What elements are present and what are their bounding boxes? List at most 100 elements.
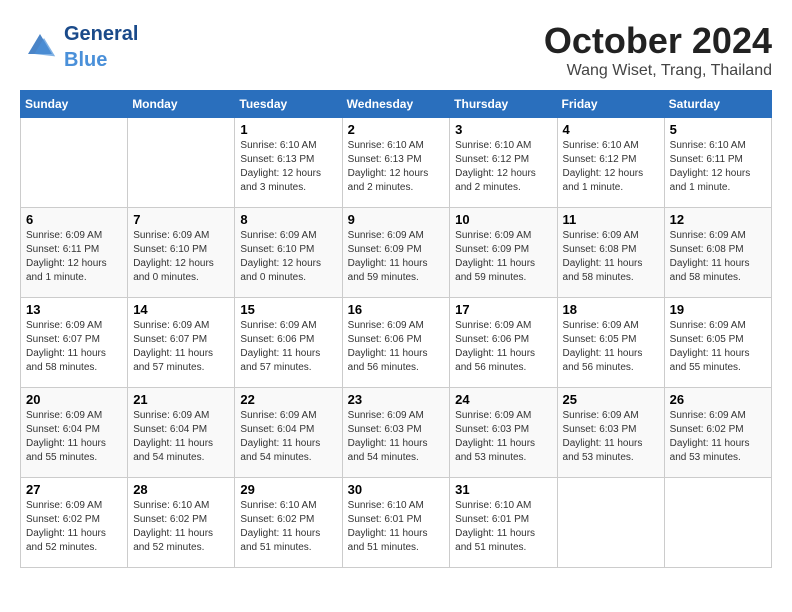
- calendar-cell: 4 Sunrise: 6:10 AM Sunset: 6:12 PM Daylig…: [557, 118, 664, 208]
- day-number: 30: [348, 482, 445, 497]
- day-info: Sunrise: 6:10 AM Sunset: 6:11 PM Dayligh…: [670, 139, 766, 195]
- day-number: 16: [348, 302, 445, 317]
- header-day-sunday: Sunday: [21, 91, 128, 118]
- day-info: Sunrise: 6:09 AM Sunset: 6:02 PM Dayligh…: [26, 499, 122, 555]
- day-number: 15: [240, 302, 336, 317]
- day-number: 13: [26, 302, 122, 317]
- calendar-cell: 17 Sunrise: 6:09 AM Sunset: 6:06 PM Dayli…: [450, 298, 557, 388]
- calendar-cell: 7 Sunrise: 6:09 AM Sunset: 6:10 PM Daylig…: [128, 208, 235, 298]
- calendar-cell: 16 Sunrise: 6:09 AM Sunset: 6:06 PM Dayli…: [342, 298, 450, 388]
- day-number: 1: [240, 122, 336, 137]
- calendar-cell: [21, 118, 128, 208]
- calendar-cell: 1 Sunrise: 6:10 AM Sunset: 6:13 PM Daylig…: [235, 118, 342, 208]
- calendar-cell: 11 Sunrise: 6:09 AM Sunset: 6:08 PM Dayli…: [557, 208, 664, 298]
- day-info: Sunrise: 6:09 AM Sunset: 6:03 PM Dayligh…: [455, 409, 551, 465]
- logo: General Blue: [20, 20, 138, 72]
- logo-general: General: [64, 23, 138, 45]
- calendar-cell: [128, 118, 235, 208]
- day-number: 8: [240, 212, 336, 227]
- week-row-5: 27 Sunrise: 6:09 AM Sunset: 6:02 PM Dayli…: [21, 478, 772, 568]
- calendar-cell: [557, 478, 664, 568]
- calendar-cell: 13 Sunrise: 6:09 AM Sunset: 6:07 PM Dayli…: [21, 298, 128, 388]
- day-number: 11: [563, 212, 659, 227]
- day-info: Sunrise: 6:10 AM Sunset: 6:02 PM Dayligh…: [133, 499, 229, 555]
- page-header: General Blue October 2024 Wang Wiset, Tr…: [20, 20, 772, 80]
- calendar-cell: 22 Sunrise: 6:09 AM Sunset: 6:04 PM Dayli…: [235, 388, 342, 478]
- day-number: 7: [133, 212, 229, 227]
- day-info: Sunrise: 6:09 AM Sunset: 6:04 PM Dayligh…: [26, 409, 122, 465]
- header-row: SundayMondayTuesdayWednesdayThursdayFrid…: [21, 91, 772, 118]
- day-number: 3: [455, 122, 551, 137]
- day-info: Sunrise: 6:09 AM Sunset: 6:11 PM Dayligh…: [26, 229, 122, 285]
- day-info: Sunrise: 6:09 AM Sunset: 6:07 PM Dayligh…: [26, 319, 122, 375]
- day-number: 23: [348, 392, 445, 407]
- week-row-1: 1 Sunrise: 6:10 AM Sunset: 6:13 PM Daylig…: [21, 118, 772, 208]
- day-info: Sunrise: 6:10 AM Sunset: 6:12 PM Dayligh…: [563, 139, 659, 195]
- day-info: Sunrise: 6:10 AM Sunset: 6:01 PM Dayligh…: [455, 499, 551, 555]
- calendar-cell: 6Sunrise: 6:09 AM Sunset: 6:11 PM Daylig…: [21, 208, 128, 298]
- day-info: Sunrise: 6:09 AM Sunset: 6:03 PM Dayligh…: [348, 409, 445, 465]
- week-row-2: 6Sunrise: 6:09 AM Sunset: 6:11 PM Daylig…: [21, 208, 772, 298]
- calendar-cell: 15 Sunrise: 6:09 AM Sunset: 6:06 PM Dayli…: [235, 298, 342, 388]
- calendar-cell: 28 Sunrise: 6:10 AM Sunset: 6:02 PM Dayli…: [128, 478, 235, 568]
- day-info: Sunrise: 6:10 AM Sunset: 6:12 PM Dayligh…: [455, 139, 551, 195]
- day-number: 27: [26, 482, 122, 497]
- day-number: 31: [455, 482, 551, 497]
- calendar-cell: 14 Sunrise: 6:09 AM Sunset: 6:07 PM Dayli…: [128, 298, 235, 388]
- day-number: 28: [133, 482, 229, 497]
- day-number: 2: [348, 122, 445, 137]
- week-row-4: 20Sunrise: 6:09 AM Sunset: 6:04 PM Dayli…: [21, 388, 772, 478]
- day-number: 21: [133, 392, 229, 407]
- calendar-cell: 9Sunrise: 6:09 AM Sunset: 6:09 PM Daylig…: [342, 208, 450, 298]
- day-number: 17: [455, 302, 551, 317]
- day-number: 14: [133, 302, 229, 317]
- day-number: 10: [455, 212, 551, 227]
- calendar-cell: 29 Sunrise: 6:10 AM Sunset: 6:02 PM Dayli…: [235, 478, 342, 568]
- calendar-cell: 5 Sunrise: 6:10 AM Sunset: 6:11 PM Daylig…: [664, 118, 771, 208]
- day-number: 4: [563, 122, 659, 137]
- day-info: Sunrise: 6:09 AM Sunset: 6:05 PM Dayligh…: [563, 319, 659, 375]
- day-info: Sunrise: 6:09 AM Sunset: 6:06 PM Dayligh…: [348, 319, 445, 375]
- day-number: 22: [240, 392, 336, 407]
- calendar-cell: 30Sunrise: 6:10 AM Sunset: 6:01 PM Dayli…: [342, 478, 450, 568]
- calendar-cell: 19Sunrise: 6:09 AM Sunset: 6:05 PM Dayli…: [664, 298, 771, 388]
- calendar-cell: [664, 478, 771, 568]
- calendar-cell: 10 Sunrise: 6:09 AM Sunset: 6:09 PM Dayli…: [450, 208, 557, 298]
- day-number: 5: [670, 122, 766, 137]
- logo-icon: [20, 26, 60, 66]
- calendar-cell: 23 Sunrise: 6:09 AM Sunset: 6:03 PM Dayli…: [342, 388, 450, 478]
- location: Wang Wiset, Trang, Thailand: [544, 62, 772, 80]
- day-number: 29: [240, 482, 336, 497]
- day-info: Sunrise: 6:09 AM Sunset: 6:10 PM Dayligh…: [240, 229, 336, 285]
- day-info: Sunrise: 6:09 AM Sunset: 6:02 PM Dayligh…: [670, 409, 766, 465]
- calendar-table: SundayMondayTuesdayWednesdayThursdayFrid…: [20, 90, 772, 568]
- day-info: Sunrise: 6:10 AM Sunset: 6:13 PM Dayligh…: [240, 139, 336, 195]
- calendar-cell: 26 Sunrise: 6:09 AM Sunset: 6:02 PM Dayli…: [664, 388, 771, 478]
- header-day-saturday: Saturday: [664, 91, 771, 118]
- header-day-friday: Friday: [557, 91, 664, 118]
- day-info: Sunrise: 6:10 AM Sunset: 6:02 PM Dayligh…: [240, 499, 336, 555]
- day-info: Sunrise: 6:09 AM Sunset: 6:06 PM Dayligh…: [240, 319, 336, 375]
- header-day-wednesday: Wednesday: [342, 91, 450, 118]
- day-number: 26: [670, 392, 766, 407]
- day-number: 18: [563, 302, 659, 317]
- day-number: 24: [455, 392, 551, 407]
- day-info: Sunrise: 6:09 AM Sunset: 6:04 PM Dayligh…: [133, 409, 229, 465]
- calendar-cell: 3 Sunrise: 6:10 AM Sunset: 6:12 PM Daylig…: [450, 118, 557, 208]
- day-info: Sunrise: 6:09 AM Sunset: 6:07 PM Dayligh…: [133, 319, 229, 375]
- day-info: Sunrise: 6:09 AM Sunset: 6:08 PM Dayligh…: [563, 229, 659, 285]
- day-number: 25: [563, 392, 659, 407]
- calendar-cell: 21 Sunrise: 6:09 AM Sunset: 6:04 PM Dayli…: [128, 388, 235, 478]
- day-info: Sunrise: 6:09 AM Sunset: 6:08 PM Dayligh…: [670, 229, 766, 285]
- day-info: Sunrise: 6:09 AM Sunset: 6:04 PM Dayligh…: [240, 409, 336, 465]
- calendar-cell: 12Sunrise: 6:09 AM Sunset: 6:08 PM Dayli…: [664, 208, 771, 298]
- day-info: Sunrise: 6:09 AM Sunset: 6:06 PM Dayligh…: [455, 319, 551, 375]
- calendar-cell: 20Sunrise: 6:09 AM Sunset: 6:04 PM Dayli…: [21, 388, 128, 478]
- calendar-header: SundayMondayTuesdayWednesdayThursdayFrid…: [21, 91, 772, 118]
- day-info: Sunrise: 6:09 AM Sunset: 6:09 PM Dayligh…: [455, 229, 551, 285]
- calendar-cell: 27 Sunrise: 6:09 AM Sunset: 6:02 PM Dayli…: [21, 478, 128, 568]
- day-info: Sunrise: 6:09 AM Sunset: 6:03 PM Dayligh…: [563, 409, 659, 465]
- calendar-cell: 2Sunrise: 6:10 AM Sunset: 6:13 PM Daylig…: [342, 118, 450, 208]
- month-title: October 2024: [544, 20, 772, 62]
- day-info: Sunrise: 6:09 AM Sunset: 6:10 PM Dayligh…: [133, 229, 229, 285]
